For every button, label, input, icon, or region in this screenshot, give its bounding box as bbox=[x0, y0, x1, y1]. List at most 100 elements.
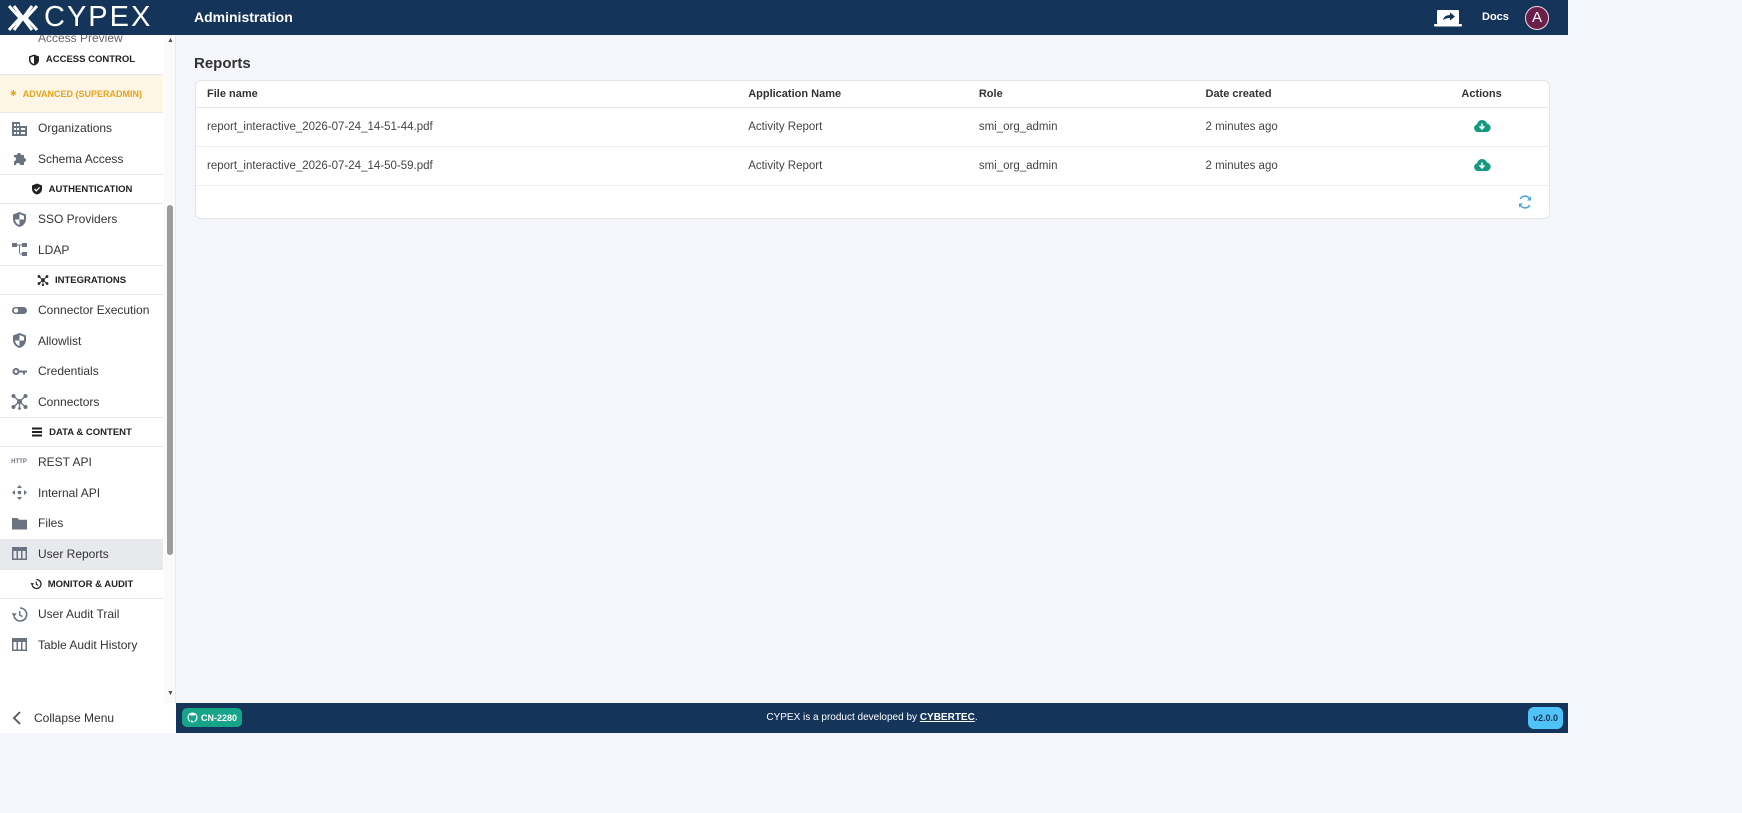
section-label: AUTHENTICATION bbox=[48, 183, 133, 195]
sidebar-item-label: REST API bbox=[38, 455, 92, 470]
section-label: ACCESS CONTROL bbox=[45, 54, 136, 65]
history-icon bbox=[30, 578, 42, 590]
toggle-icon bbox=[0, 302, 38, 319]
chevron-left-icon bbox=[0, 710, 34, 726]
section-label: INTEGRATIONS bbox=[54, 274, 127, 286]
sidebar-item-access-preview[interactable]: Access Preview bbox=[0, 35, 163, 45]
sidebar-item-user-audit-trail[interactable]: User Audit Trail bbox=[0, 599, 163, 630]
top-header: CYPEX Administration Docs A bbox=[0, 0, 1568, 35]
section-data-content: DATA & CONTENT bbox=[0, 417, 163, 447]
sidebar-item-rest-api[interactable]: HTTP REST API bbox=[0, 447, 163, 478]
sidebar-item-connectors[interactable]: Connectors bbox=[0, 387, 163, 418]
branch-badge[interactable]: CN-2280 bbox=[182, 708, 243, 727]
sidebar-item-allowlist[interactable]: Allowlist bbox=[0, 326, 163, 357]
sidebar: Access Preview ACCESS CONTROL ✱ ADVANCED… bbox=[0, 35, 176, 703]
sidebar-item-table-audit-history[interactable]: Table Audit History bbox=[0, 630, 163, 661]
sidebar-item-label: SSO Providers bbox=[38, 212, 118, 227]
history-icon bbox=[0, 606, 38, 623]
sidebar-item-label: Organizations bbox=[38, 121, 113, 136]
column-header-file-name[interactable]: File name bbox=[196, 88, 748, 100]
scroll-down-arrow-icon[interactable]: ▼ bbox=[167, 690, 174, 697]
table-icon bbox=[0, 636, 38, 653]
table-row: report_interactive_2026-07-24_14-50-59.p… bbox=[196, 147, 1549, 186]
sidebar-item-ldap[interactable]: LDAP bbox=[0, 235, 163, 266]
table-header: File name Application Name Role Date cre… bbox=[196, 81, 1549, 108]
scroll-up-arrow-icon[interactable]: ▲ bbox=[167, 37, 174, 44]
collapse-menu-label: Collapse Menu bbox=[34, 711, 115, 725]
cell-actions bbox=[1414, 119, 1549, 136]
section-monitor-audit: MONITOR & AUDIT bbox=[0, 569, 163, 599]
cybertec-link[interactable]: CYBERTEC bbox=[920, 712, 975, 723]
sidebar-scrollbar[interactable]: ▲ ▼ bbox=[164, 35, 175, 703]
cloud-download-icon[interactable] bbox=[1473, 119, 1491, 133]
folder-icon bbox=[0, 515, 38, 532]
user-avatar[interactable]: A bbox=[1525, 6, 1549, 30]
share-screen-icon[interactable] bbox=[1434, 8, 1462, 28]
sidebar-item-label: Connector Execution bbox=[38, 303, 150, 318]
column-header-date-created[interactable]: Date created bbox=[1206, 88, 1415, 100]
sidebar-item-user-reports[interactable]: User Reports bbox=[0, 538, 163, 569]
sidebar-item-label: Connectors bbox=[38, 394, 100, 409]
section-label: MONITOR & AUDIT bbox=[47, 578, 134, 590]
cell-date-created: 2 minutes ago bbox=[1205, 121, 1278, 133]
reports-table-card: File name Application Name Role Date cre… bbox=[195, 80, 1550, 219]
security-shield-icon bbox=[0, 332, 38, 349]
column-header-actions: Actions bbox=[1461, 88, 1502, 100]
github-icon bbox=[187, 712, 198, 723]
cell-application-name: Activity Report bbox=[748, 121, 823, 133]
sidebar-item-files[interactable]: Files bbox=[0, 508, 163, 539]
cell-role: smi_org_admin bbox=[978, 121, 1058, 133]
sidebar-item-internal-api[interactable]: Internal API bbox=[0, 478, 163, 509]
sidebar-item-organizations[interactable]: Organizations bbox=[0, 113, 163, 144]
cell-actions bbox=[1414, 158, 1549, 175]
sidebar-item-sso-providers[interactable]: SSO Providers bbox=[0, 204, 163, 235]
table-row: report_interactive_2026-07-24_14-51-44.p… bbox=[196, 108, 1549, 147]
column-header-role[interactable]: Role bbox=[979, 88, 1206, 100]
sidebar-item-label: User Audit Trail bbox=[38, 607, 120, 622]
star-icon: ✱ bbox=[10, 89, 17, 98]
building-icon bbox=[0, 120, 38, 137]
footer-text-suffix: . bbox=[974, 712, 978, 723]
puzzle-icon bbox=[0, 150, 38, 167]
scrollbar-thumb[interactable] bbox=[167, 205, 173, 555]
section-authentication: AUTHENTICATION bbox=[0, 174, 163, 204]
http-icon: HTTP bbox=[11, 459, 27, 466]
cell-application-name: Activity Report bbox=[748, 160, 823, 172]
version-badge[interactable]: v2.0.0 bbox=[1527, 707, 1563, 729]
cell-role: smi_org_admin bbox=[978, 160, 1058, 172]
cell-date-created: 2 minutes ago bbox=[1205, 160, 1278, 172]
sidebar-item-label: LDAP bbox=[38, 242, 70, 257]
arrows-move-icon bbox=[0, 484, 38, 501]
docs-link[interactable]: Docs bbox=[1482, 0, 1509, 35]
collapse-menu-button[interactable]: Collapse Menu bbox=[0, 703, 176, 733]
cypex-logo[interactable]: CYPEX bbox=[0, 0, 176, 35]
section-label: DATA & CONTENT bbox=[49, 426, 132, 438]
refresh-icon[interactable] bbox=[1517, 194, 1533, 210]
sidebar-item-label: Allowlist bbox=[38, 333, 82, 348]
brand-name: CYPEX bbox=[44, 1, 153, 33]
sidebar-item-connector-execution[interactable]: Connector Execution bbox=[0, 295, 163, 326]
table-icon bbox=[0, 545, 38, 562]
cell-file-name: report_interactive_2026-07-24_14-50-59.p… bbox=[207, 160, 433, 172]
sidebar-menu: Access Preview ACCESS CONTROL ✱ ADVANCED… bbox=[0, 35, 163, 660]
section-label: ADVANCED (SUPERADMIN) bbox=[22, 88, 143, 99]
footer: CYPEX is a product developed by CYBERTEC… bbox=[176, 703, 1568, 733]
footer-text: CYPEX is a product developed by bbox=[766, 712, 920, 723]
page-header-title: Administration bbox=[194, 9, 293, 25]
branch-label: CN-2280 bbox=[201, 712, 238, 723]
key-icon bbox=[0, 363, 38, 380]
column-header-application-name[interactable]: Application Name bbox=[748, 88, 979, 100]
verified-shield-icon bbox=[31, 183, 42, 195]
list-icon bbox=[32, 427, 43, 437]
hub-icon bbox=[0, 393, 38, 411]
cloud-download-icon[interactable] bbox=[1473, 158, 1491, 172]
sidebar-item-label: Table Audit History bbox=[38, 637, 138, 652]
section-advanced-superadmin[interactable]: ✱ ADVANCED (SUPERADMIN) bbox=[0, 75, 163, 113]
sidebar-item-label: Files bbox=[38, 516, 64, 531]
sidebar-item-credentials[interactable]: Credentials bbox=[0, 356, 163, 387]
cell-file-name: report_interactive_2026-07-24_14-51-44.p… bbox=[207, 121, 433, 133]
shield-icon bbox=[28, 54, 39, 65]
sidebar-item-schema-access[interactable]: Schema Access bbox=[0, 144, 163, 175]
sidebar-item-label: User Reports bbox=[38, 546, 109, 561]
account-tree-icon bbox=[0, 241, 38, 258]
